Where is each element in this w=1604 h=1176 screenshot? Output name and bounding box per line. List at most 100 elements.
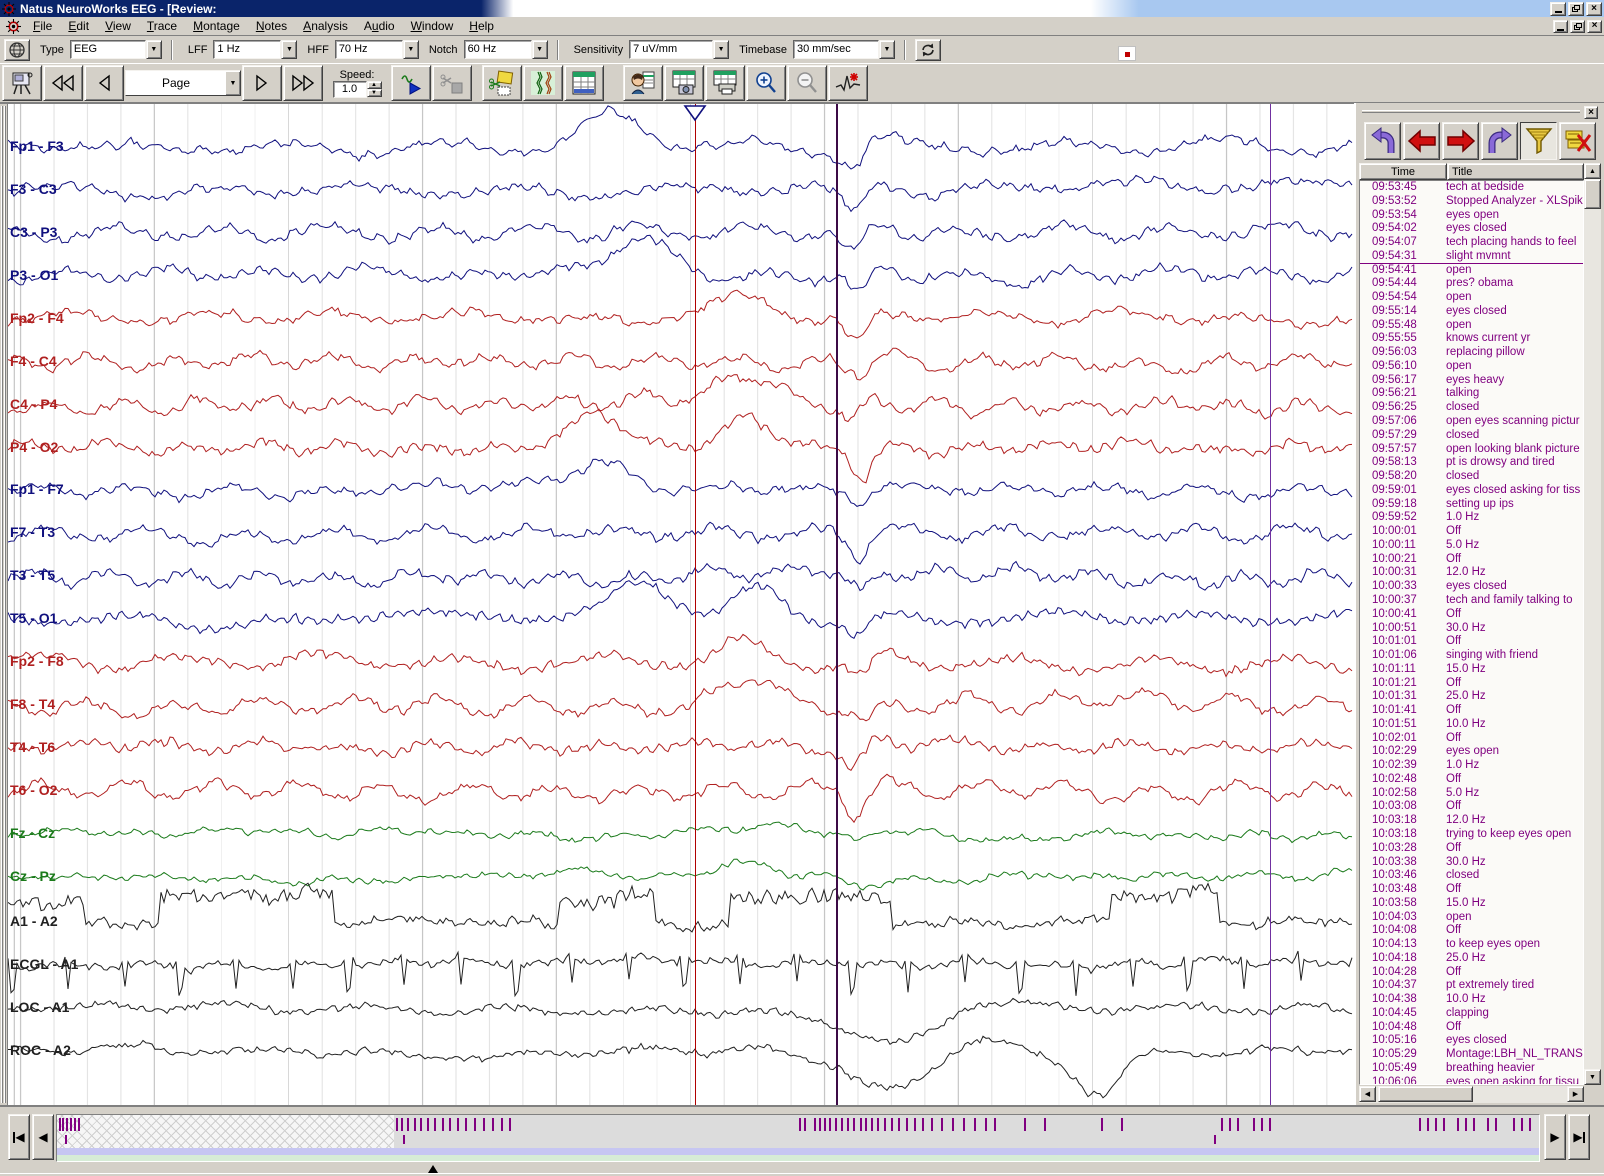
event-row[interactable]: 10:05:29Montage:LBH_NL_TRANSV [1360,1048,1583,1062]
panel-close-button[interactable]: × [1584,106,1598,119]
hff-dropdown[interactable]: 70 Hz▼ [335,40,419,59]
column-header-title[interactable]: Title [1447,163,1584,180]
channel-label[interactable]: P4 - O2 [10,439,58,455]
speed-up-button[interactable]: ▲ [367,81,382,89]
event-row[interactable]: 10:02:391.0 Hz [1360,759,1583,773]
patient-info-button[interactable] [623,65,663,101]
channel-label[interactable]: Cz - Pz [10,868,56,884]
menu-notes[interactable]: Notes [248,17,295,35]
play-button[interactable] [391,65,431,101]
event-row[interactable]: 10:06:06eyes open asking for tissu [1360,1076,1583,1085]
overview-back-button[interactable]: ◀ [32,1114,54,1160]
menu-file[interactable]: File [25,17,60,35]
channel-label[interactable]: ROC - A2 [10,1042,71,1058]
channel-label[interactable]: Fp2 - F8 [10,653,64,669]
montage-globe-button[interactable] [4,39,30,61]
channel-label[interactable]: T6 - O2 [10,782,57,798]
go-to-start-button[interactable]: ◀ [8,1114,30,1160]
event-row[interactable]: 10:04:28Off [1360,966,1583,980]
event-row[interactable]: 10:03:28Off [1360,842,1583,856]
clip-note-button[interactable] [482,65,522,101]
menu-view[interactable]: View [97,17,139,35]
event-row[interactable]: 09:56:21talking [1360,387,1583,401]
menu-trace[interactable]: Trace [139,17,185,35]
event-row[interactable]: 09:55:48open [1360,319,1583,333]
event-row[interactable]: 10:00:41Off [1360,608,1583,622]
current-position-marker[interactable] [428,1165,438,1173]
event-row[interactable]: 10:04:45clapping [1360,1007,1583,1021]
event-row[interactable]: 10:00:5130.0 Hz [1360,622,1583,636]
selection-cursor-line[interactable] [836,104,838,1105]
channel-label[interactable]: T4 - T6 [10,739,55,755]
event-row[interactable]: 10:00:115.0 Hz [1360,539,1583,553]
next-event-button[interactable] [1442,122,1479,160]
event-row[interactable]: 09:54:02eyes closed [1360,222,1583,236]
event-row[interactable]: 09:56:10open [1360,360,1583,374]
go-to-end-button[interactable]: ▶ [1568,1114,1590,1160]
menu-window[interactable]: Window [403,17,462,35]
event-row[interactable]: 10:03:3830.0 Hz [1360,856,1583,870]
eeg-plot[interactable] [8,104,1354,1105]
event-row[interactable]: 09:54:41open [1360,264,1583,278]
event-row[interactable]: 09:59:01eyes closed asking for tiss [1360,484,1583,498]
menu-audio[interactable]: Audio [356,17,403,35]
zoom-in-button[interactable] [746,65,786,101]
compare-traces-button[interactable] [523,65,563,101]
event-cursor-line[interactable] [695,104,696,1105]
event-row[interactable]: 09:55:14eyes closed [1360,305,1583,319]
channel-label[interactable]: F4 - C4 [10,353,57,369]
delete-event-button[interactable] [1559,122,1596,160]
type-dropdown[interactable]: EEG▼ [70,40,162,59]
montage-table-button[interactable] [564,65,604,101]
menu-help[interactable]: Help [461,17,502,35]
acquisition-machine-button[interactable] [2,65,42,101]
event-row[interactable]: 10:04:48Off [1360,1021,1583,1035]
prev-event-button[interactable] [1403,122,1440,160]
events-horizontal-scrollbar[interactable]: ◀ ▶ [1359,1086,1601,1103]
event-row[interactable]: 10:03:48Off [1360,883,1583,897]
channel-label[interactable]: Fp2 - F4 [10,310,64,326]
event-row[interactable]: 09:54:54open [1360,291,1583,305]
menu-analysis[interactable]: Analysis [295,17,356,35]
event-row[interactable]: 10:04:37pt extremely tired [1360,979,1583,993]
scroll-up-button[interactable]: ▲ [1584,163,1601,179]
overview-forward-button[interactable]: ▶ [1544,1114,1566,1160]
channel-label[interactable]: T5 - O1 [10,610,57,626]
event-row[interactable]: 09:55:55knows current yr [1360,332,1583,346]
event-row[interactable]: 10:00:3112.0 Hz [1360,566,1583,580]
event-row[interactable]: 09:59:521.0 Hz [1360,511,1583,525]
zoom-out-button[interactable] [787,65,827,101]
event-row[interactable]: 09:58:13pt is drowsy and tired [1360,456,1583,470]
event-row[interactable]: 10:04:13to keep eyes open [1360,938,1583,952]
event-row[interactable]: 09:54:44pres? obama [1360,277,1583,291]
snapshot-table-button[interactable] [664,65,704,101]
spike-detection-button[interactable] [828,65,868,101]
vertical-scroll-track[interactable] [1584,179,1601,1069]
channel-label[interactable]: P3 - O1 [10,267,58,283]
event-row[interactable]: 10:05:16eyes closed [1360,1034,1583,1048]
event-row[interactable]: 09:56:17eyes heavy [1360,374,1583,388]
events-vertical-scrollbar[interactable]: ▲ ▼ [1584,163,1601,1085]
secondary-cursor-line[interactable] [1270,104,1271,1105]
channel-label[interactable]: Fz - Cz [10,825,55,841]
speed-down-button[interactable]: ▼ [367,89,382,97]
event-row[interactable]: 10:02:48Off [1360,773,1583,787]
event-row[interactable]: 10:02:01Off [1360,732,1583,746]
cursor-marker-icon[interactable] [683,105,707,122]
fast-forward-button[interactable] [283,65,323,101]
horizontal-scroll-thumb[interactable] [1378,1086,1473,1102]
refresh-button[interactable] [915,39,941,61]
scroll-right-button[interactable]: ▶ [1567,1086,1584,1102]
event-row[interactable]: 10:03:08Off [1360,800,1583,814]
event-row[interactable]: 10:05:49breathing heavier [1360,1062,1583,1076]
event-row[interactable]: 10:00:21Off [1360,553,1583,567]
chevron-down-icon[interactable]: ▼ [281,40,297,59]
menu-edit[interactable]: Edit [60,17,97,35]
event-row[interactable]: 09:53:54eyes open [1360,209,1583,223]
event-row[interactable]: 10:01:41Off [1360,704,1583,718]
close-button[interactable]: × [1586,2,1602,16]
event-row[interactable]: 10:01:06singing with friend [1360,649,1583,663]
channel-label[interactable]: LOC - A1 [10,999,69,1015]
event-row[interactable]: 10:04:1825.0 Hz [1360,952,1583,966]
channel-label[interactable]: F7 - T3 [10,524,55,540]
